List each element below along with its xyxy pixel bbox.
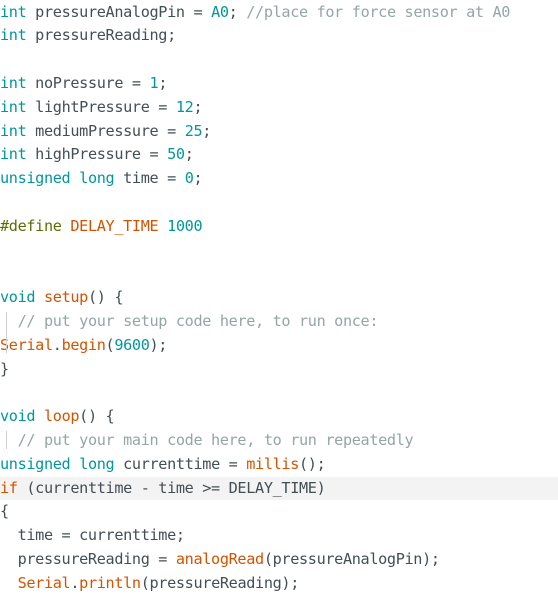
number-token: 25 bbox=[184, 121, 203, 140]
function-token: if bbox=[0, 478, 18, 497]
code-token: (pressureAnalogPin); bbox=[263, 549, 440, 568]
number-token: 1 bbox=[149, 73, 159, 92]
keyword-token: void bbox=[0, 407, 36, 426]
code-line[interactable] bbox=[0, 239, 558, 263]
code-line[interactable]: int lightPressure = 12; bbox=[0, 96, 558, 120]
number-token: 1000 bbox=[167, 216, 203, 235]
code-token: highPressure = bbox=[26, 145, 168, 164]
keyword-token: int bbox=[0, 2, 27, 21]
code-line[interactable]: void setup() { bbox=[0, 286, 558, 310]
comment-token: // put your setup code here, to run once… bbox=[17, 311, 379, 330]
code-line[interactable]: int pressureAnalogPin = A0; //place for … bbox=[0, 1, 558, 25]
code-line[interactable]: int noPressure = 1; bbox=[0, 72, 558, 96]
code-token: ; bbox=[202, 121, 212, 140]
number-token: 50 bbox=[167, 145, 185, 164]
function-token: Serial bbox=[17, 573, 71, 592]
code-line[interactable]: void loop() { bbox=[0, 405, 558, 429]
code-line[interactable]: int pressureReading; bbox=[0, 24, 558, 48]
code-token: noPressure = bbox=[26, 73, 150, 92]
keyword-token: unsigned bbox=[0, 169, 71, 188]
indent-guide bbox=[6, 430, 7, 449]
code-token: (pressureReading); bbox=[140, 573, 300, 592]
code-token: ); bbox=[149, 335, 168, 354]
code-token: () { bbox=[79, 407, 115, 426]
code-token: ; bbox=[184, 145, 194, 164]
code-token: (currenttime - time >= DELAY_TIME) bbox=[17, 478, 326, 497]
code-line[interactable]: if (currenttime - time >= DELAY_TIME) bbox=[0, 476, 558, 501]
function-token: loop bbox=[43, 407, 80, 426]
code-token: { bbox=[0, 502, 9, 521]
code-token: mediumPressure = bbox=[26, 121, 185, 140]
comment-token: //place for force sensor at A0 bbox=[246, 2, 511, 21]
comment-token: // put your main code here, to run repea… bbox=[17, 430, 414, 449]
code-token: pressureAnalogPin = bbox=[26, 2, 212, 21]
code-line[interactable]: Serial.begin(9600); bbox=[0, 334, 558, 358]
code-line[interactable]: int highPressure = 50; bbox=[0, 143, 558, 167]
code-editor[interactable]: int pressureAnalogPin = A0; //place for … bbox=[0, 0, 558, 607]
number-token: 12 bbox=[175, 97, 194, 116]
keyword-token: int bbox=[0, 73, 27, 92]
function-token: println bbox=[79, 573, 141, 592]
code-line[interactable]: { bbox=[0, 500, 558, 524]
code-line[interactable]: } bbox=[0, 358, 558, 382]
code-line[interactable]: pressureReading = analogRead(pressureAna… bbox=[0, 548, 558, 572]
number-token: 0 bbox=[184, 169, 194, 188]
keyword-token: int bbox=[0, 97, 27, 116]
code-token: } bbox=[0, 359, 9, 378]
code-line[interactable]: #define DELAY_TIME 1000 bbox=[0, 215, 558, 239]
code-token: ; bbox=[193, 169, 203, 188]
code-line[interactable]: int mediumPressure = 25; bbox=[0, 120, 558, 144]
keyword-token: int bbox=[0, 121, 27, 140]
code-token: ; bbox=[228, 2, 247, 21]
function-token: analogRead bbox=[175, 549, 264, 568]
code-token: time = bbox=[114, 169, 185, 188]
code-line[interactable]: unsigned long time = 0; bbox=[0, 167, 558, 191]
code-token: . bbox=[70, 573, 80, 592]
keyword-token: long bbox=[79, 454, 115, 473]
code-token: currenttime = bbox=[114, 454, 247, 473]
code-token: . bbox=[52, 335, 62, 354]
indent-guide bbox=[6, 311, 7, 354]
code-line[interactable]: // put your setup code here, to run once… bbox=[0, 310, 558, 334]
code-line[interactable] bbox=[0, 381, 558, 405]
code-line[interactable] bbox=[0, 191, 558, 215]
keyword-token: long bbox=[79, 169, 115, 188]
code-token: () { bbox=[87, 288, 124, 307]
keyword-token: A0 bbox=[211, 2, 229, 21]
code-line[interactable] bbox=[0, 48, 558, 72]
code-line[interactable]: time = currenttime; bbox=[0, 524, 558, 548]
code-line[interactable] bbox=[0, 262, 558, 286]
keyword-token: unsigned bbox=[0, 454, 71, 473]
code-token: pressureReading; bbox=[26, 26, 176, 45]
code-line[interactable]: // put your main code here, to run repea… bbox=[0, 429, 558, 453]
function-token: begin bbox=[61, 335, 106, 354]
code-line[interactable]: Serial.println(pressureReading); bbox=[0, 572, 558, 596]
code-token: ( bbox=[105, 335, 115, 354]
function-token: Serial bbox=[0, 335, 53, 354]
function-token: DELAY_TIME bbox=[70, 216, 159, 235]
keyword-token: int bbox=[0, 145, 27, 164]
code-token: time = currenttime; bbox=[0, 526, 185, 545]
code-token: lightPressure = bbox=[26, 97, 176, 116]
preprocessor-token: #define bbox=[0, 216, 62, 235]
code-token: (); bbox=[299, 454, 326, 473]
code-token: ; bbox=[193, 97, 203, 116]
keyword-token: int bbox=[0, 26, 27, 45]
number-token: 9600 bbox=[114, 335, 150, 354]
code-token: pressureReading = bbox=[0, 549, 176, 568]
keyword-token: void bbox=[0, 288, 36, 307]
code-line[interactable]: unsigned long currenttime = millis(); bbox=[0, 453, 558, 477]
function-token: millis bbox=[246, 454, 300, 473]
function-token: setup bbox=[43, 288, 88, 307]
code-token: ; bbox=[158, 73, 168, 92]
